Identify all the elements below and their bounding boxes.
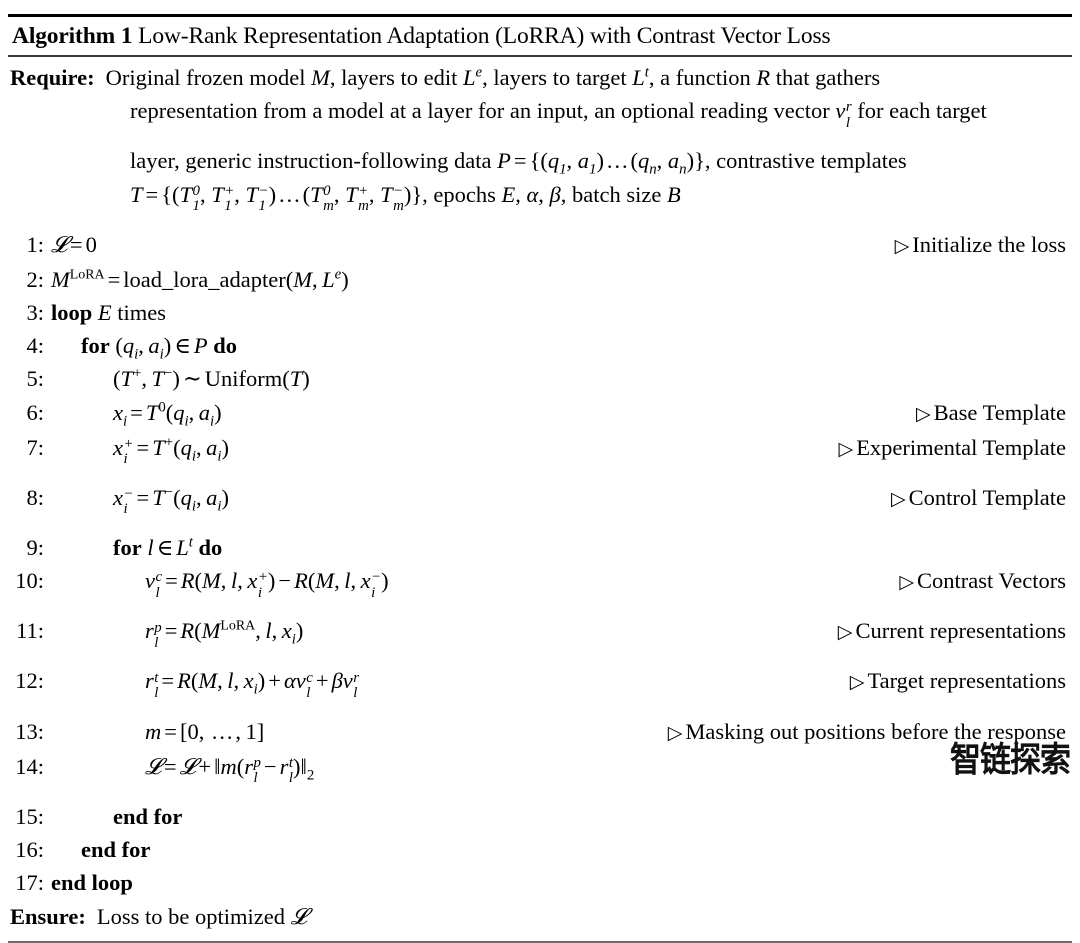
algorithm-step-10: 10: v c l = R(M, l, x + i) − R(M, l, x − i) ▷ Contr… (8, 564, 1072, 614)
step-code: r t l = R(M, l, xi) + αv c l + βv r l (145, 668, 360, 701)
algorithm-step-4: 4: for (qi, ai) ∈ P do (8, 329, 1072, 362)
step-comment: ▷ Control Template (890, 484, 1066, 510)
algorithm-step-8: 8: x − i = T−(qi, ai) ▷ Control Template (8, 481, 1072, 531)
algorithm-step-7: 7: x + i = T+(qi, ai) ▷ Experimental Template (8, 431, 1072, 481)
ensure-text: Loss to be optimized 𝓛 (96, 903, 307, 929)
require-line-4: T = {(T 0 1, T +1, T −1)…(T 0 m, T + m, T − m)}, epo… (8, 178, 1072, 228)
line-number: 11: (16, 618, 44, 644)
line-number: 4: (26, 333, 44, 359)
require-text-3: layer, generic instruction-following dat… (130, 148, 907, 178)
triangle-marker-icon: ▷ (894, 235, 910, 257)
keyword-loop: loop (51, 300, 93, 326)
step-comment: ▷ Contrast Vectors (899, 568, 1066, 594)
line-number: 10: (15, 568, 44, 594)
step-code: end for (81, 837, 151, 863)
step-comment: ▷ Experimental Template (838, 434, 1066, 460)
triangle-marker-icon: ▷ (837, 622, 853, 644)
algorithm-step-16: 16: end for (8, 833, 1072, 866)
triangle-marker-icon: ▷ (838, 438, 854, 460)
algorithm-step-14: 14: 𝓛 = 𝓛 + ‖m(r p l − r t l)‖2 (8, 750, 1072, 800)
algorithm-step-15: 15: end for (8, 800, 1072, 833)
step-code: (T+, T−) ∼ Uniform(T) (113, 365, 310, 392)
line-number: 14: (15, 753, 44, 779)
step-code: m = [0, …, 1] (145, 718, 265, 744)
require-keyword: Require: (10, 65, 95, 90)
algorithm-step-1: 1: 𝓛 = 0 ▷ Initialize the loss (8, 228, 1072, 263)
step-code: for l ∈ Lt do (113, 534, 223, 561)
step-code: MLoRA = load_lora_adapter(M, Le) (51, 266, 349, 292)
watermark: 智链探索 (950, 740, 1071, 781)
keyword-times: times (117, 300, 167, 326)
ensure-keyword: Ensure: (10, 903, 86, 929)
algorithm-caption: Algorithm 1 Low-Rank Representation Adap… (8, 17, 1072, 55)
ensure-line: Ensure: Loss to be optimized 𝓛 (8, 900, 1072, 933)
line-number: 16: (15, 837, 44, 863)
step-code: x + i = T+(qi, ai) (113, 434, 230, 468)
line-number: 7: (26, 434, 44, 460)
require-line-3: layer, generic instruction-following dat… (8, 144, 1072, 177)
line-number: 12: (15, 668, 44, 694)
algorithm-step-5: 5: (T+, T−) ∼ Uniform(T) (8, 362, 1072, 395)
keyword-for: for (113, 535, 142, 561)
triangle-marker-icon: ▷ (890, 488, 906, 510)
require-line-1: Require: Original frozen model M, layers… (8, 61, 1072, 94)
algorithm-step-9: 9: for l ∈ Lt do (8, 531, 1072, 564)
keyword-do: do (213, 333, 238, 359)
line-number: 15: (15, 803, 44, 829)
algorithm-step-17: 17: end loop (8, 866, 1072, 899)
algorithm-step-13: 13: m = [0, …, 1] ▷ Masking out positions b… (8, 715, 1072, 750)
step-code: end for (113, 803, 183, 829)
rule-bottom (8, 940, 1072, 943)
require-line-2: representation from a model at a layer f… (8, 94, 1072, 144)
line-number: 1: (26, 231, 44, 257)
step-code: 𝓛 = 0 (51, 231, 97, 257)
algorithm-step-11: 11: r p l = R(MLoRA, l, xi) ▷ Current represe… (8, 614, 1072, 664)
line-number: 6: (26, 399, 44, 425)
line-number: 2: (26, 266, 44, 292)
step-comment: ▷ Initialize the loss (894, 231, 1066, 257)
step-comment: ▷ Base Template (915, 399, 1066, 425)
line-number: 9: (26, 535, 44, 561)
algorithm-step-2: 2: MLoRA = load_lora_adapter(M, Le) (8, 263, 1072, 296)
triangle-marker-icon: ▷ (849, 672, 865, 694)
triangle-marker-icon: ▷ (667, 722, 683, 744)
step-code: r p l = R(MLoRA, l, xi) (145, 618, 304, 651)
triangle-marker-icon: ▷ (899, 572, 915, 594)
step-code: 𝓛 = 𝓛 + ‖m(r p l − r t l)‖2 (145, 753, 315, 787)
step-code: loop E times (51, 300, 167, 326)
algorithm-caption-title: Low-Rank Representation Adaptation (LoRR… (138, 23, 831, 49)
keyword-do: do (198, 535, 223, 561)
step-code: v c l = R(M, l, x + i) − R(M, l, x − i) (145, 568, 389, 601)
algorithm-caption-label: Algorithm 1 (12, 23, 133, 49)
step-comment: ▷ Current representations (837, 618, 1066, 644)
step-code: for (qi, ai) ∈ P do (81, 333, 238, 363)
step-code: x − i = T−(qi, ai) (113, 484, 230, 518)
line-number: 8: (26, 484, 44, 510)
step-code: xi = T0(qi, ai) (113, 399, 222, 430)
algorithm-step-12: 12: r t l = R(M, l, xi) + αv c l + βv r l ▷ Target re… (8, 664, 1072, 714)
line-number: 17: (15, 870, 44, 896)
step-comment: ▷ Target representations (849, 668, 1066, 694)
algorithm-step-3: 3: loop E times (8, 296, 1072, 329)
require-text-4: T = {(T 0 1, T +1, T −1)…(T 0 m, T + m, T − m)}, epo… (130, 181, 681, 214)
line-number: 5: (26, 366, 44, 392)
triangle-marker-icon: ▷ (915, 403, 931, 425)
line-number: 13: (15, 718, 44, 744)
line-number: 3: (26, 300, 44, 326)
step-code: end loop (51, 870, 133, 896)
require-text-2: representation from a model at a layer f… (130, 98, 987, 131)
keyword-for: for (81, 333, 110, 359)
require-text-1: Original frozen model M, layers to edit … (105, 64, 881, 90)
algorithm-body: Require: Original frozen model M, layers… (8, 57, 1072, 933)
algorithm-step-6: 6: xi = T0(qi, ai) ▷ Base Template (8, 396, 1072, 431)
algorithm-block: Algorithm 1 Low-Rank Representation Adap… (8, 14, 1072, 943)
